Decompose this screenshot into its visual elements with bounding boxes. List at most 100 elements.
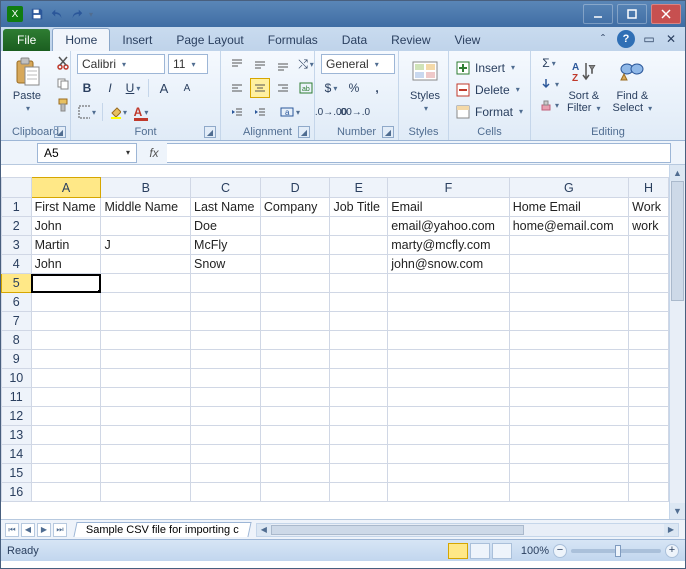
tab-home[interactable]: Home (52, 28, 110, 51)
cell-G7[interactable] (509, 312, 628, 331)
cell-E16[interactable] (330, 483, 388, 502)
styles-button[interactable]: Styles▾ (405, 54, 445, 117)
font-launcher-icon[interactable]: ◢ (204, 126, 216, 138)
bold-button[interactable]: B (77, 78, 97, 98)
cell-H11[interactable] (629, 388, 669, 407)
cell-G8[interactable] (509, 331, 628, 350)
window-restore-icon[interactable]: ▭ (641, 31, 657, 47)
cell-C2[interactable]: Doe (191, 217, 261, 236)
paste-button[interactable]: Paste▾ (7, 54, 47, 117)
sheet-tab[interactable]: Sample CSV file for importing c (73, 522, 251, 537)
align-center-button[interactable] (250, 78, 270, 98)
delete-cells-button[interactable]: Delete▾ (455, 80, 520, 100)
horizontal-scrollbar[interactable]: ◀ ▶ (256, 523, 679, 537)
tab-review[interactable]: Review (379, 29, 442, 51)
fill-button[interactable]: ▾ (539, 75, 559, 93)
vertical-scrollbar[interactable]: ▲ ▼ (669, 165, 685, 519)
cell-D15[interactable] (260, 464, 330, 483)
cell-A5[interactable] (31, 274, 101, 293)
undo-icon[interactable] (48, 5, 66, 23)
cell-D13[interactable] (260, 426, 330, 445)
cell-E14[interactable] (330, 445, 388, 464)
cell-C6[interactable] (191, 293, 261, 312)
cell-E4[interactable] (330, 255, 388, 274)
tab-page-layout[interactable]: Page Layout (164, 29, 255, 51)
cell-A10[interactable] (31, 369, 101, 388)
window-close-icon[interactable]: ✕ (663, 31, 679, 47)
cell-A6[interactable] (31, 293, 101, 312)
cell-C12[interactable] (191, 407, 261, 426)
cell-F9[interactable] (388, 350, 509, 369)
cell-H1[interactable]: Work (629, 198, 669, 217)
hscroll-left-icon[interactable]: ◀ (257, 524, 271, 536)
cell-G5[interactable] (509, 274, 628, 293)
cell-D16[interactable] (260, 483, 330, 502)
cell-E5[interactable] (330, 274, 388, 293)
cell-B5[interactable] (101, 274, 191, 293)
zoom-slider[interactable] (571, 549, 661, 553)
cell-G9[interactable] (509, 350, 628, 369)
tab-file[interactable]: File (3, 29, 50, 51)
cell-A15[interactable] (31, 464, 101, 483)
autosum-button[interactable]: Σ▾ (539, 54, 559, 72)
row-header-7[interactable]: 7 (2, 312, 32, 331)
cell-H3[interactable] (629, 236, 669, 255)
cell-A1[interactable]: First Name (31, 198, 101, 217)
tab-formulas[interactable]: Formulas (256, 29, 330, 51)
cut-icon[interactable] (53, 54, 73, 72)
decrease-decimal-button[interactable]: .00→.0 (344, 102, 364, 122)
cell-B16[interactable] (101, 483, 191, 502)
cell-F7[interactable] (388, 312, 509, 331)
decrease-indent-button[interactable] (227, 102, 247, 122)
minimize-ribbon-icon[interactable]: ˆ (595, 31, 611, 47)
cell-F14[interactable] (388, 445, 509, 464)
sheet-nav-first-icon[interactable]: ⏮ (5, 523, 19, 537)
select-all-cell[interactable] (2, 178, 32, 198)
cell-D7[interactable] (260, 312, 330, 331)
cell-C11[interactable] (191, 388, 261, 407)
cell-G14[interactable] (509, 445, 628, 464)
comma-format-button[interactable]: , (367, 78, 387, 98)
cell-E6[interactable] (330, 293, 388, 312)
cell-E2[interactable] (330, 217, 388, 236)
align-bottom-button[interactable] (273, 54, 293, 74)
underline-button[interactable]: U▾ (123, 78, 143, 98)
cell-F16[interactable] (388, 483, 509, 502)
cell-C4[interactable]: Snow (191, 255, 261, 274)
col-header-G[interactable]: G (509, 178, 628, 198)
number-format-dropdown[interactable]: General▾ (321, 54, 395, 74)
merge-center-button[interactable]: a▾ (273, 102, 307, 122)
cell-B15[interactable] (101, 464, 191, 483)
cell-E13[interactable] (330, 426, 388, 445)
fx-icon[interactable]: fx (141, 146, 167, 160)
fill-color-button[interactable]: ▾ (108, 102, 128, 122)
hscroll-right-icon[interactable]: ▶ (664, 524, 678, 536)
save-icon[interactable] (28, 5, 46, 23)
cell-B8[interactable] (101, 331, 191, 350)
cell-C8[interactable] (191, 331, 261, 350)
percent-format-button[interactable]: % (344, 78, 364, 98)
row-header-1[interactable]: 1 (2, 198, 32, 217)
cell-G13[interactable] (509, 426, 628, 445)
cell-B10[interactable] (101, 369, 191, 388)
cell-A16[interactable] (31, 483, 101, 502)
cell-D9[interactable] (260, 350, 330, 369)
cell-H8[interactable] (629, 331, 669, 350)
font-color-button[interactable]: A▾ (131, 102, 151, 122)
alignment-launcher-icon[interactable]: ◢ (298, 126, 310, 138)
cell-D12[interactable] (260, 407, 330, 426)
cell-D14[interactable] (260, 445, 330, 464)
cell-H15[interactable] (629, 464, 669, 483)
cell-B4[interactable] (101, 255, 191, 274)
sheet-nav-last-icon[interactable]: ⏭ (53, 523, 67, 537)
view-page-break-button[interactable] (492, 543, 512, 559)
row-header-13[interactable]: 13 (2, 426, 32, 445)
cell-B13[interactable] (101, 426, 191, 445)
scroll-up-icon[interactable]: ▲ (670, 165, 685, 181)
cell-B9[interactable] (101, 350, 191, 369)
sheet-nav-next-icon[interactable]: ▶ (37, 523, 51, 537)
cell-G12[interactable] (509, 407, 628, 426)
cell-C13[interactable] (191, 426, 261, 445)
row-header-14[interactable]: 14 (2, 445, 32, 464)
cell-E3[interactable] (330, 236, 388, 255)
